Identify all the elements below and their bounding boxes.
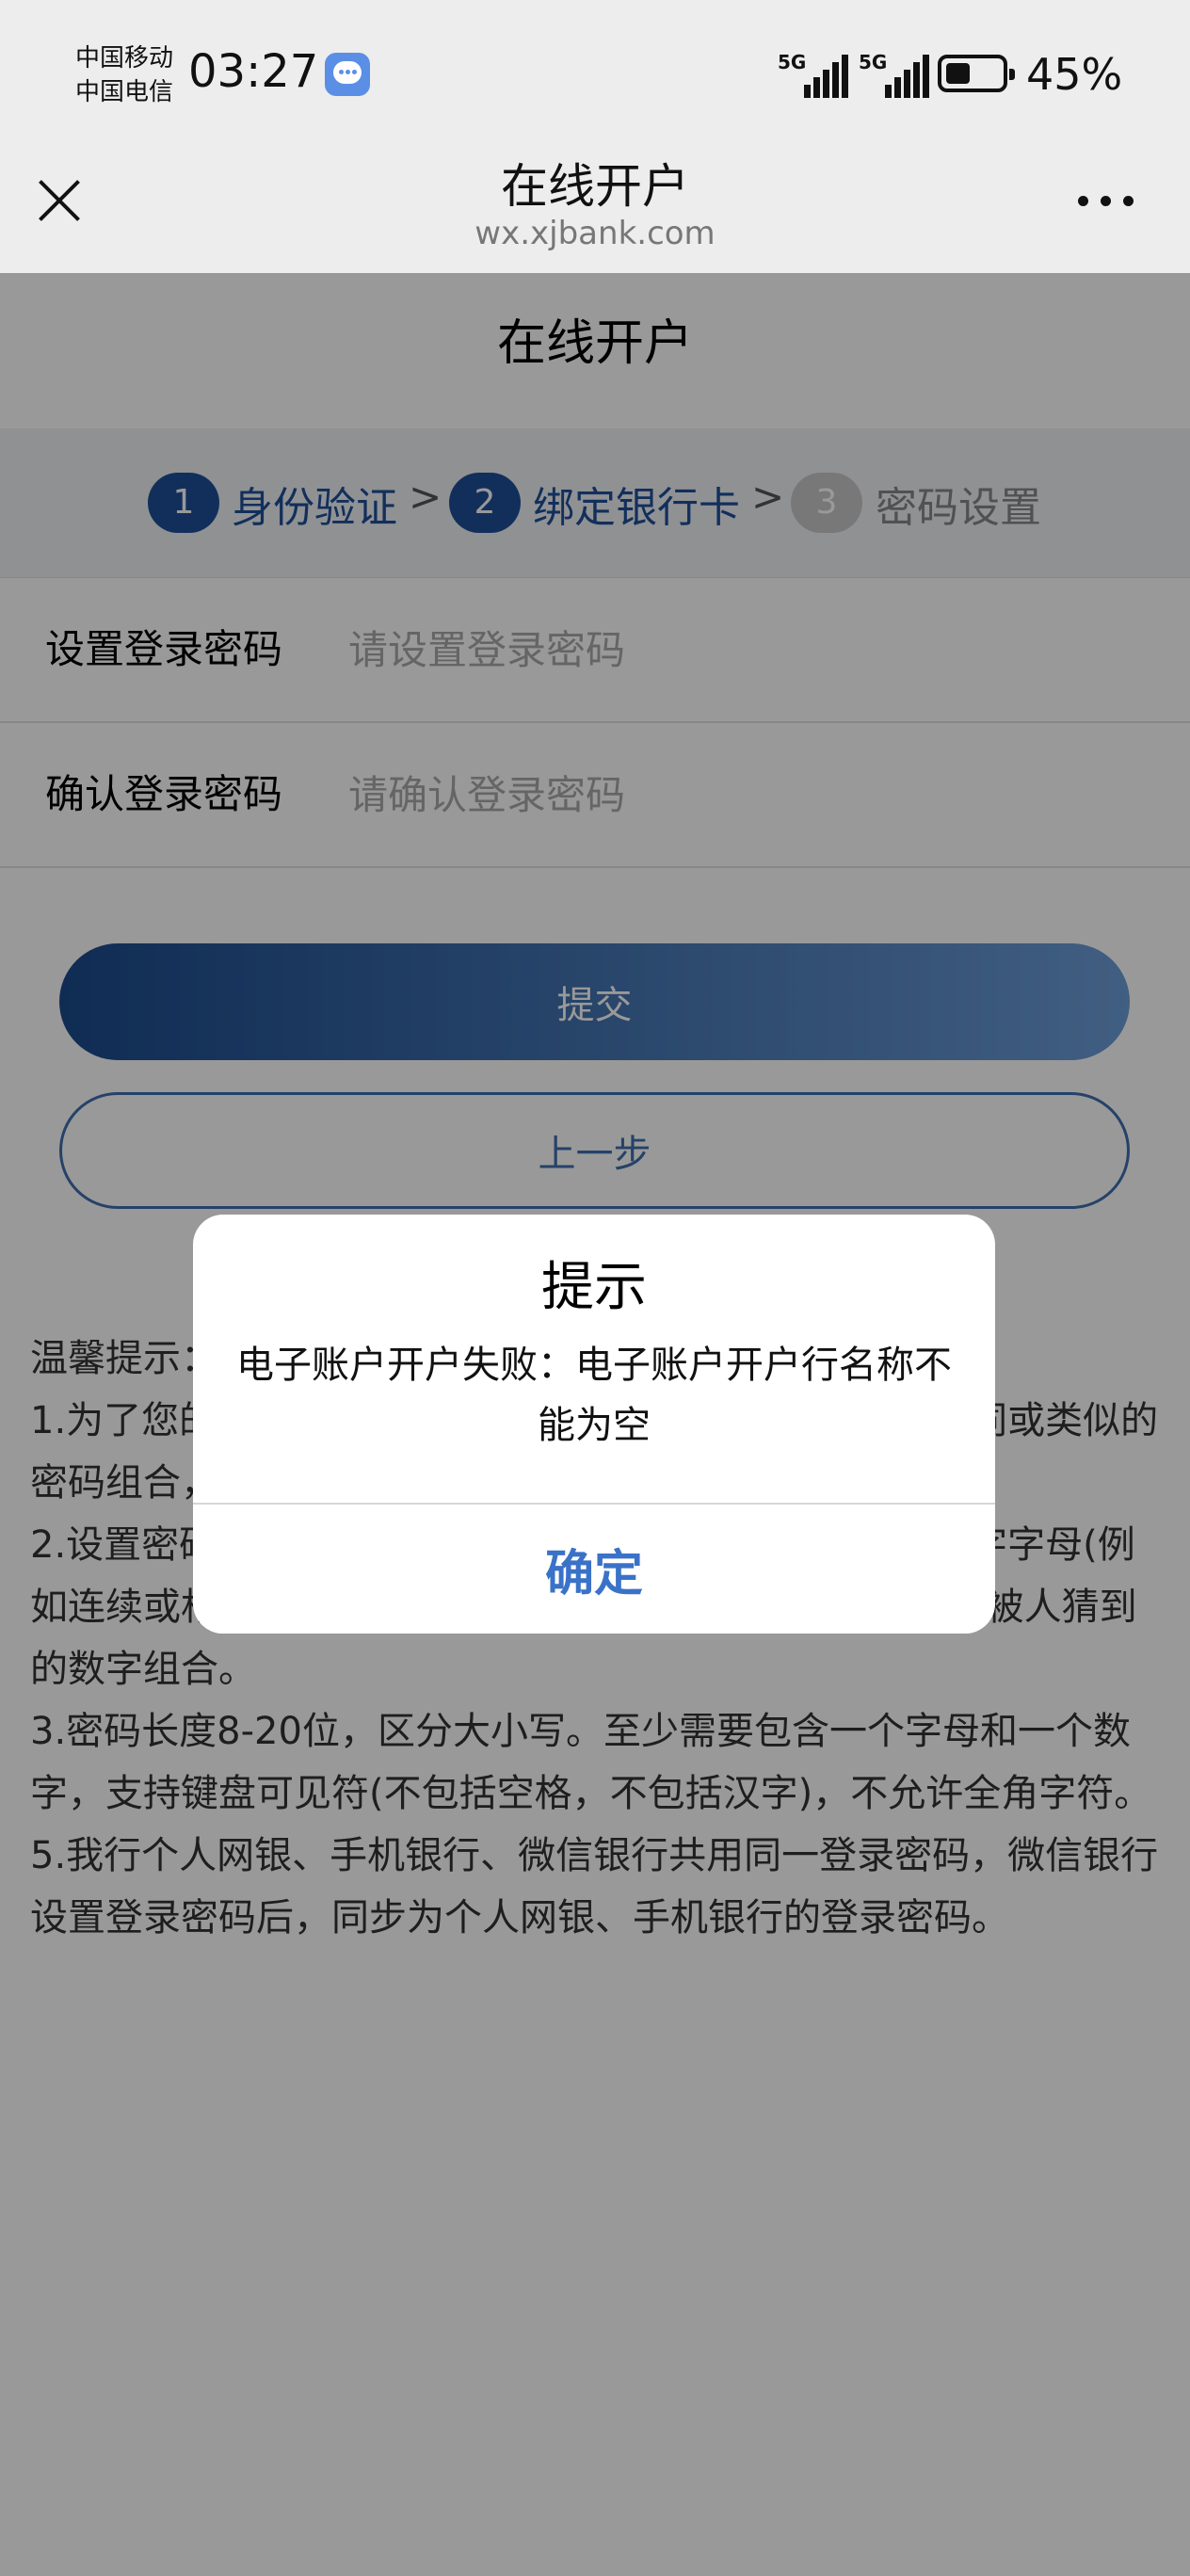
signal-2-icon: 5G [859,49,934,98]
alert-dialog: 提示 电子账户开户失败：电子账户开户行名称不能为空 确定 [193,1215,995,1634]
carrier-names: 中国移动 中国电信 [75,41,173,109]
window-title: 在线开户 [501,159,689,214]
dialog-title: 提示 [541,1257,647,1318]
dialog-ok-button[interactable]: 确定 [193,1505,995,1634]
battery-fill [946,63,970,84]
battery-percent: 45% [1026,49,1123,100]
dialog-message: 电子账户开户失败：电子账户开户行名称不能为空 [236,1344,952,1447]
page-url: wx.xjbank.com [474,215,716,252]
message-notification-icon [325,53,370,96]
clock: 03:27 [188,45,319,98]
carrier-2: 中国电信 [75,78,174,106]
carrier-1: 中国移动 [75,44,174,72]
more-icon[interactable] [1078,196,1134,207]
signal-1-icon: 5G [778,49,853,98]
battery-icon [938,55,1015,92]
status-bar: 中国移动 中国电信 03:27 5G 5G 45% [0,0,1190,141]
